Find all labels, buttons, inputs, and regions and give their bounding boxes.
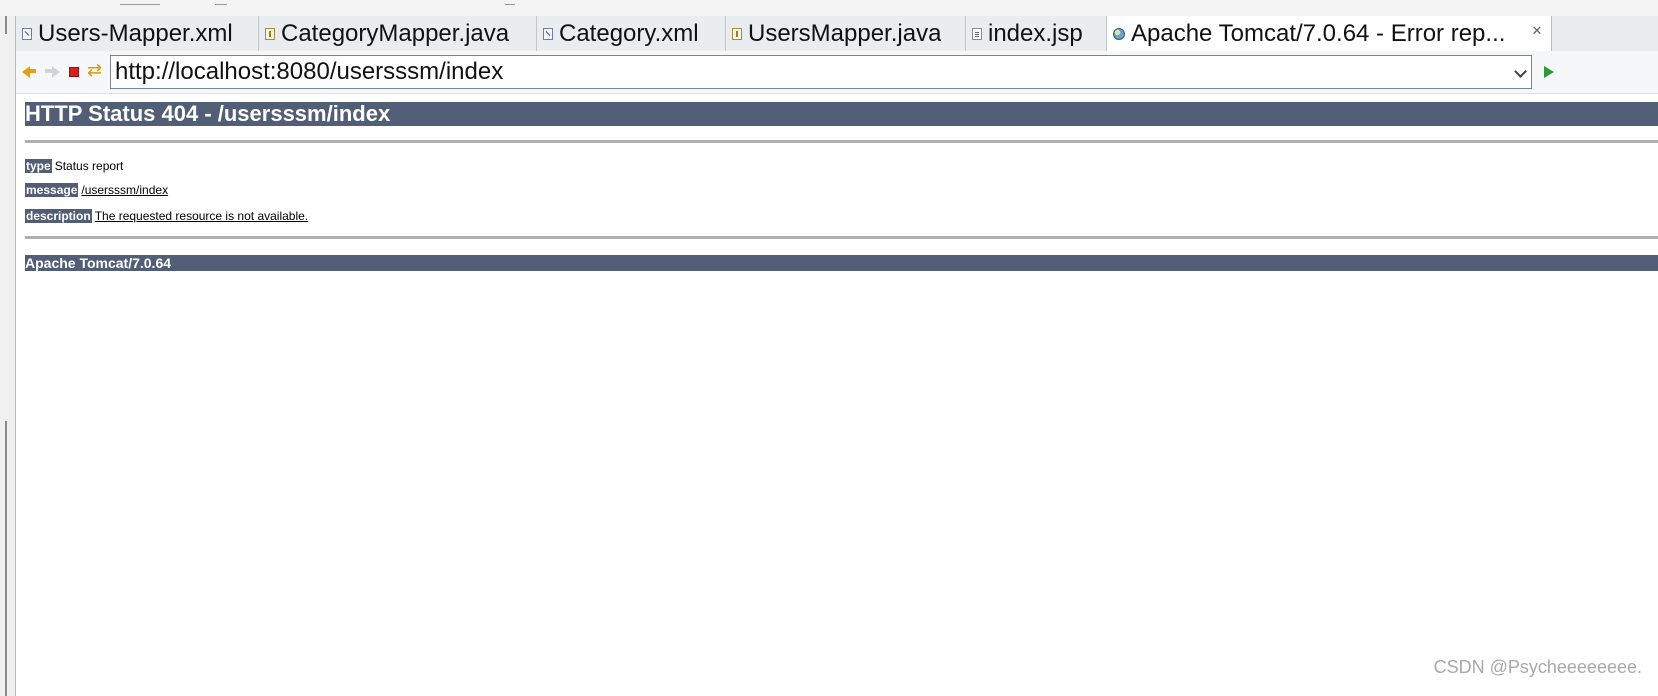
message-label: message bbox=[25, 183, 79, 197]
watermark: CSDN @Psycheeeeeeee. bbox=[1433, 657, 1642, 677]
message-row: message/usersssm/index bbox=[25, 183, 168, 197]
forward-button[interactable] bbox=[44, 65, 60, 79]
chevron-down-icon[interactable] bbox=[1514, 65, 1527, 78]
type-row: type Status report bbox=[25, 159, 123, 173]
tab-category-mapper-java[interactable]: CategoryMapper.java bbox=[259, 16, 537, 51]
toolbar-fragment bbox=[215, 0, 227, 5]
tab-label: Category.xml bbox=[559, 19, 699, 47]
page-content: HTTP Status 404 - /usersssm/index type St… bbox=[16, 94, 1658, 696]
divider bbox=[25, 236, 1658, 239]
back-button[interactable] bbox=[22, 65, 38, 79]
gutter-mark bbox=[5, 421, 7, 696]
refresh-button[interactable]: ⇄ bbox=[87, 61, 103, 79]
go-icon[interactable] bbox=[1544, 66, 1554, 78]
globe-icon bbox=[1113, 28, 1125, 40]
browser-toolbar: ⇄ bbox=[16, 51, 1658, 94]
tab-label: index.jsp bbox=[988, 19, 1083, 47]
editor-tab-bar: Users-Mapper.xml CategoryMapper.java Cat… bbox=[16, 16, 1658, 52]
tab-label: UsersMapper.java bbox=[748, 19, 942, 47]
description-value: The requested resource is not available. bbox=[94, 209, 309, 223]
forward-arrow-tail bbox=[45, 69, 52, 73]
type-value: Status report bbox=[54, 159, 124, 173]
tab-users-mapper-java[interactable]: UsersMapper.java bbox=[726, 16, 966, 51]
stop-icon bbox=[69, 67, 79, 77]
page-title: HTTP Status 404 - /usersssm/index bbox=[25, 102, 1658, 126]
tab-tomcat-error-report[interactable]: Apache Tomcat/7.0.64 - Error rep... ✕ bbox=[1107, 16, 1552, 52]
toolbar-fragment bbox=[120, 0, 160, 5]
divider bbox=[25, 140, 1658, 143]
tab-users-mapper-xml[interactable]: Users-Mapper.xml bbox=[16, 16, 259, 51]
message-value: /usersssm/index bbox=[81, 183, 169, 197]
server-footer: Apache Tomcat/7.0.64 bbox=[25, 255, 1658, 271]
tab-label: CategoryMapper.java bbox=[281, 19, 510, 47]
type-label: type bbox=[25, 159, 52, 173]
description-row: description The requested resource is not… bbox=[25, 209, 308, 223]
tab-label: Users-Mapper.xml bbox=[38, 19, 233, 47]
refresh-icon: ⇄ bbox=[87, 60, 103, 80]
stop-button[interactable] bbox=[66, 65, 82, 79]
description-label: description bbox=[25, 209, 92, 223]
close-tab-icon[interactable]: ✕ bbox=[1531, 24, 1543, 37]
java-file-icon bbox=[732, 27, 742, 40]
back-arrow-tail bbox=[29, 69, 36, 73]
forward-arrow-icon bbox=[52, 66, 60, 78]
tab-category-xml[interactable]: Category.xml bbox=[537, 16, 726, 51]
xml-file-icon bbox=[22, 27, 32, 40]
left-gutter bbox=[0, 16, 16, 696]
partial-toolbar-strip bbox=[0, 0, 1658, 17]
toolbar-fragment bbox=[505, 0, 515, 5]
url-input[interactable] bbox=[115, 59, 1495, 85]
gutter-mark bbox=[5, 16, 7, 34]
java-file-icon bbox=[265, 27, 275, 40]
url-bar[interactable] bbox=[110, 55, 1532, 89]
tab-index-jsp[interactable]: index.jsp bbox=[966, 16, 1107, 51]
xml-file-icon bbox=[543, 27, 553, 40]
jsp-file-icon bbox=[972, 27, 982, 40]
tab-label: Apache Tomcat/7.0.64 - Error rep... bbox=[1131, 20, 1506, 47]
